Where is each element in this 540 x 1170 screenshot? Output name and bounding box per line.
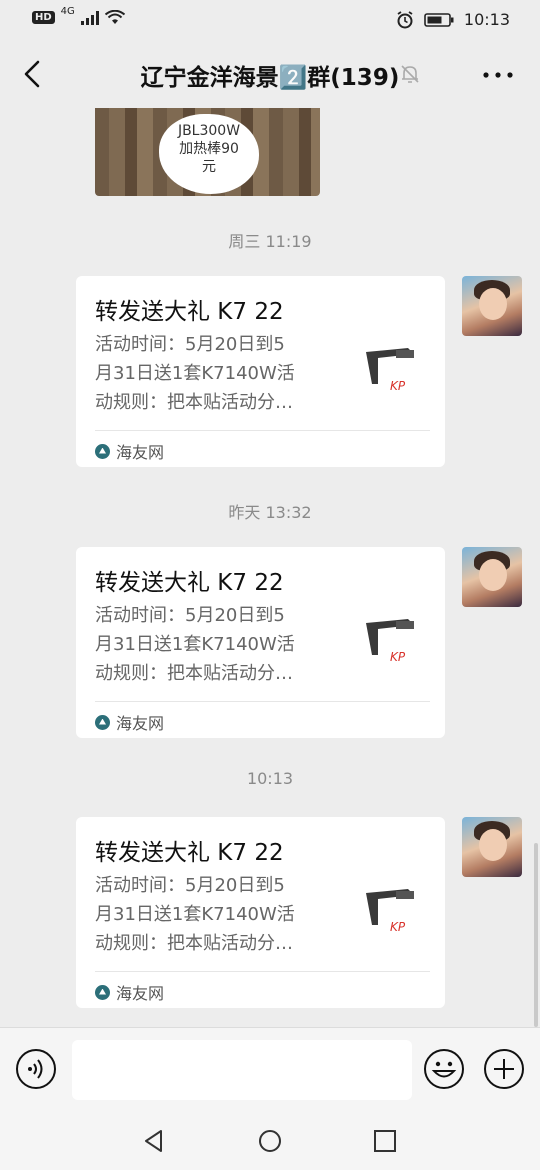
link-card-message[interactable]: 转发送大礼 K7 22 活动时间：5月20日到5 月31日送1套K7140W活 … [76, 547, 445, 738]
svg-text:KP: KP [390, 920, 406, 934]
wifi-icon [104, 10, 125, 24]
avatar[interactable] [462, 817, 522, 877]
source-logo-icon [95, 443, 110, 459]
emoji-icon[interactable] [423, 1048, 465, 1090]
card-divider [95, 701, 430, 702]
chat-title: 辽宁金洋海景2️⃣群(139) [140, 65, 400, 91]
message-timestamp: 昨天 13:32 [228, 503, 312, 522]
card-divider [95, 430, 430, 431]
chat-header: 辽宁金洋海景2️⃣群(139) [0, 40, 540, 108]
card-description: 活动时间：5月20日到5 月31日送1套K7140W活 动规则：把本贴活动分… [95, 334, 295, 413]
price-sticker: JBL300W 加热棒90 元 [159, 114, 259, 194]
input-bar [0, 1027, 540, 1113]
nav-home-icon[interactable] [257, 1128, 283, 1154]
card-divider [95, 971, 430, 972]
plus-icon[interactable] [483, 1048, 525, 1090]
avatar[interactable] [462, 547, 522, 607]
aquarium-light-thumbnail: KP [358, 338, 424, 404]
card-source: 海友网 [95, 710, 164, 734]
more-options-icon[interactable] [478, 60, 518, 90]
card-source: 海友网 [95, 439, 164, 463]
link-card-message[interactable]: 转发送大礼 K7 22 活动时间：5月20日到5 月31日送1套K7140W活 … [76, 817, 445, 1008]
system-nav-bar [0, 1112, 540, 1170]
battery-icon [424, 12, 454, 27]
hd-indicator: HD [32, 11, 55, 24]
status-bar: HD 4G 10:13 [0, 0, 540, 40]
mute-bell-icon [401, 65, 419, 83]
svg-text:KP: KP [390, 379, 406, 393]
card-title: 转发送大礼 K7 22 [95, 299, 284, 325]
message-timestamp: 10:13 [246, 769, 294, 788]
card-title: 转发送大礼 K7 22 [95, 840, 284, 866]
source-logo-icon [95, 984, 110, 1000]
avatar[interactable] [462, 276, 522, 336]
message-timestamp: 周三 11:19 [228, 232, 312, 251]
scrollbar[interactable] [534, 843, 538, 1027]
nav-back-icon[interactable] [141, 1128, 167, 1154]
link-card-message[interactable]: 转发送大礼 K7 22 活动时间：5月20日到5 月31日送1套K7140W活 … [76, 276, 445, 467]
signal-icon [80, 10, 99, 25]
card-source: 海友网 [95, 980, 164, 1004]
voice-input-icon[interactable] [15, 1048, 57, 1090]
message-input[interactable] [72, 1040, 412, 1100]
network-label: 4G [60, 6, 75, 17]
alarm-icon [397, 10, 413, 28]
nav-recents-icon[interactable] [372, 1128, 398, 1154]
source-logo-icon [95, 714, 110, 730]
image-message[interactable]: JBL300W 加热棒90 元 [95, 108, 320, 196]
card-description: 活动时间：5月20日到5 月31日送1套K7140W活 动规则：把本贴活动分… [95, 605, 295, 684]
card-description: 活动时间：5月20日到5 月31日送1套K7140W活 动规则：把本贴活动分… [95, 875, 295, 954]
aquarium-light-thumbnail: KP [358, 879, 424, 945]
svg-text:KP: KP [390, 650, 406, 664]
aquarium-light-thumbnail: KP [358, 609, 424, 675]
card-title: 转发送大礼 K7 22 [95, 570, 284, 596]
clock: 10:13 [463, 10, 510, 29]
